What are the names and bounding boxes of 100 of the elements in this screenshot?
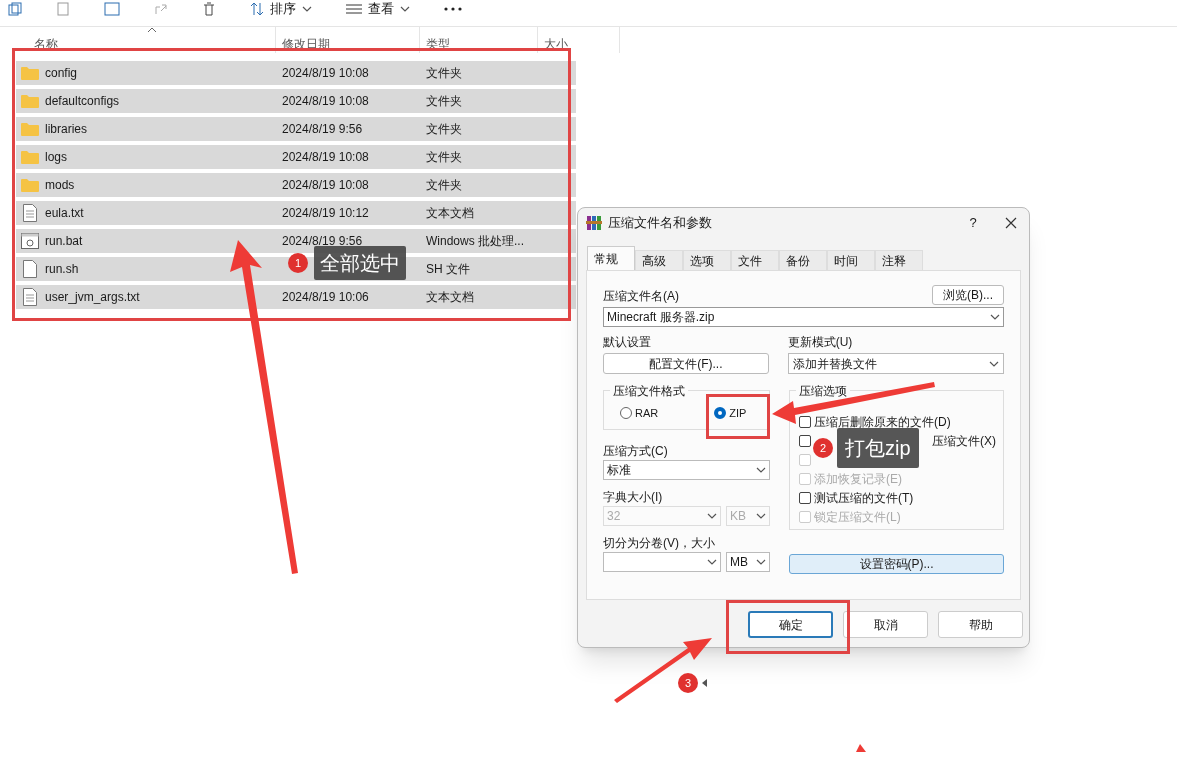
highlight-frame [706,394,770,439]
dialog-tab[interactable]: 备份 [779,250,827,270]
sort-icon [250,2,264,16]
text-file-icon [23,204,37,222]
chevron-down-icon [756,559,766,565]
modified-date: 2024/8/19 10:08 [282,177,369,194]
file-name: logs [45,149,67,166]
file-row[interactable]: user_jvm_args.txt 2024/8/19 10:06 文本文档 [16,285,576,309]
sort-button[interactable]: 排序 [250,0,312,19]
step-badge: 1 [288,253,308,273]
split-size-field[interactable] [603,552,721,572]
browse-button[interactable]: 浏览(B)... [932,285,1004,305]
file-name: run.bat [45,233,83,250]
option-label: 添加恢复记录(E) [814,470,902,488]
file-row[interactable]: run.bat 2024/8/19 9:56 Windows 批处理... [16,229,576,253]
file-type: 文件夹 [425,149,462,166]
dialog-tab[interactable]: 时间 [827,250,875,270]
file-row[interactable]: config 2024/8/19 10:08 文件夹 [16,61,576,85]
dialog-tab[interactable]: 文件 [731,250,779,270]
dialog-tab[interactable]: 常规 [587,246,635,270]
modified-date: 2024/8/19 10:06 [282,289,369,306]
file-icon [23,260,37,278]
file-row[interactable]: defaultconfigs 2024/8/19 10:08 文件夹 [16,89,576,113]
file-name: config [45,65,78,82]
folder-icon [21,94,39,108]
folder-icon [21,178,39,192]
more-icon[interactable] [444,7,462,11]
set-password-button[interactable]: 设置密码(P)... [789,554,1004,574]
dialog-button[interactable]: 取消 [843,611,928,638]
arrow-mark-drawing [856,744,866,752]
chevron-down-icon [707,513,717,519]
dialog-button[interactable]: 确定 [748,611,833,638]
step-badge: 3 [678,673,698,693]
dialog-title: 压缩文件名和参数 [608,214,712,233]
file-row[interactable]: libraries 2024/8/19 9:56 文件夹 [16,117,576,141]
trash-icon[interactable] [202,2,216,16]
file-type: SH 文件 [425,261,470,278]
file-type: 文本文档 [425,205,474,222]
help-button[interactable]: ? [961,213,985,233]
dialog-tab[interactable]: 高级 [635,250,683,270]
modified-date: 2024/8/19 9:56 [282,121,363,138]
field-label: 压缩方式(C) [603,443,669,460]
option-label: 测试压缩的文件(T) [814,489,914,507]
text-file-icon [23,288,37,306]
menu-icon [346,4,362,14]
archive-name-field[interactable]: Minecraft 服务器.zip [603,307,1004,327]
callout-text: 打包zip [837,428,919,468]
rename-icon[interactable] [104,2,120,16]
group-title: 压缩文件格式 [610,382,688,400]
profiles-button[interactable]: 配置文件(F)... [603,353,769,374]
file-row[interactable]: eula.txt 2024/8/19 10:12 文本文档 [16,201,576,225]
file-type: Windows 批处理... [425,233,524,250]
checkbox[interactable] [799,434,811,447]
dialog-tab[interactable]: 选项 [683,250,731,270]
share-icon[interactable] [154,2,168,16]
field-label: 默认设置 [603,334,652,351]
close-button[interactable] [1003,215,1019,231]
folder-icon [21,150,39,164]
dialog-tab[interactable]: 注释 [875,250,923,270]
callout-text: 全部选中 [314,246,406,280]
split-unit-dropdown[interactable]: MB [726,552,770,572]
view-button[interactable]: 查看 [346,0,410,19]
file-name: user_jvm_args.txt [45,289,140,306]
checkbox[interactable] [799,491,811,504]
file-row[interactable]: mods 2024/8/19 10:08 文件夹 [16,173,576,197]
field-label: 压缩文件名(A) [603,288,679,305]
file-type: 文本文档 [425,289,474,306]
modified-date: 2024/8/19 10:08 [282,149,369,166]
method-dropdown[interactable]: 标准 [603,460,770,480]
update-mode-dropdown[interactable]: 添加并替换文件 [787,353,1004,374]
gear-window-icon [21,233,39,249]
folder-icon [21,122,39,136]
group-title: 压缩选项 [796,382,850,400]
file-type: 文件夹 [425,177,462,194]
format-radio[interactable]: RAR [620,404,659,422]
file-type: 文件夹 [425,121,462,138]
chevron-down-icon [302,6,312,12]
file-name: libraries [45,121,87,138]
format-radio[interactable]: ZIP [714,404,747,422]
chevron-down-icon [756,467,766,473]
field-label: 字典大小(I) [603,489,664,506]
checkbox[interactable] [799,415,811,428]
field-label: 切分为分卷(V)，大小 [603,535,716,552]
file-name: mods [45,177,75,194]
archive-app-icon [586,215,602,231]
folder-icon [21,66,39,80]
chevron-down-icon [756,513,766,519]
pointer-icon [702,679,707,687]
field-label: 更新模式(U) [787,334,854,351]
close-icon [1005,217,1017,229]
file-type: 文件夹 [425,93,462,110]
file-name: run.sh [45,261,79,278]
file-name: defaultconfigs [45,93,120,110]
sort-caret-icon [147,27,157,33]
option-label: 锁定压缩文件(L) [814,508,901,526]
chevron-down-icon [989,360,999,367]
copy-icon[interactable] [8,2,22,16]
dialog-button[interactable]: 帮助 [938,611,1023,638]
file-row[interactable]: logs 2024/8/19 10:08 文件夹 [16,145,576,169]
option-label: 压缩后删除原来的文件(D) [814,413,951,431]
